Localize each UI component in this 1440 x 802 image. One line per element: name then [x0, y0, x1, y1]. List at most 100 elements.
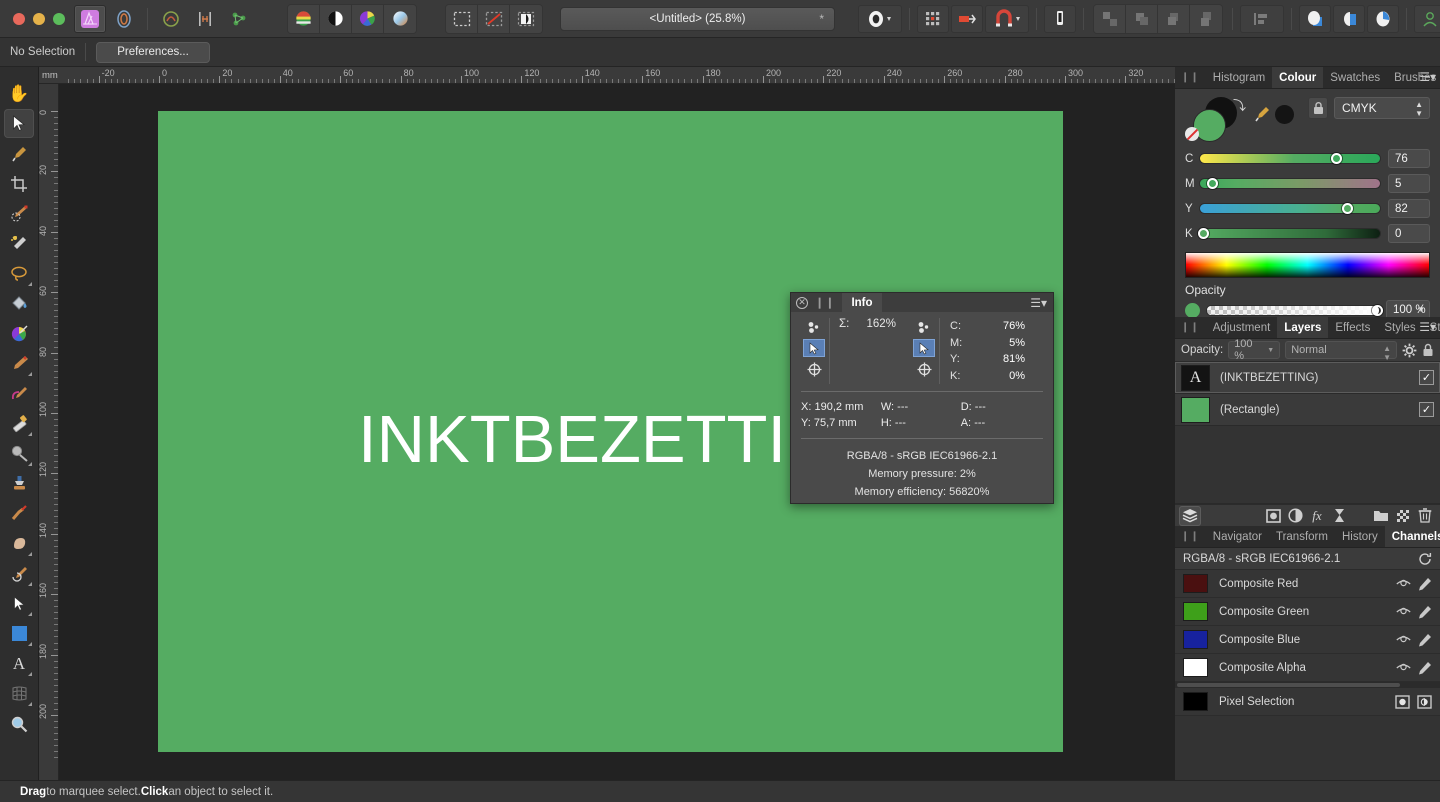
drag-handle-icon[interactable]: ❙❙ — [1175, 526, 1206, 547]
freehand-selection-tool[interactable] — [4, 259, 34, 288]
lock-icon[interactable] — [1422, 343, 1434, 357]
eye-icon[interactable] — [1396, 578, 1411, 589]
channel-value-k[interactable]: 0 — [1388, 224, 1430, 243]
close-window-button[interactable] — [13, 12, 25, 25]
tab-effects[interactable]: Effects — [1328, 317, 1377, 338]
tab-transform[interactable]: Transform — [1269, 526, 1335, 547]
channel-value-m[interactable]: 5 — [1388, 174, 1430, 193]
channel-value-y[interactable]: 82 — [1388, 199, 1430, 218]
pixel-align-icon[interactable] — [1044, 4, 1076, 33]
zoom-window-button[interactable] — [53, 12, 65, 25]
black-white-proof-icon[interactable] — [320, 4, 352, 33]
affinity-logo-icon[interactable] — [74, 4, 106, 33]
tab-info[interactable]: Info — [842, 293, 882, 312]
mesh-warp-tool[interactable] — [4, 679, 34, 708]
info-panel[interactable]: ✕ ❙❙ Info ☰▾ Σ: 162% C: 76% M: 5% Y: 81%… — [790, 292, 1054, 504]
adjustment-icon[interactable] — [1284, 506, 1306, 526]
colour-swatches[interactable]: ⤵ — [1185, 97, 1247, 143]
tab-histogram[interactable]: Histogram — [1206, 67, 1272, 88]
snapping-icon[interactable] — [951, 4, 983, 33]
align-icon[interactable] — [1240, 4, 1284, 33]
slider-knob-y[interactable] — [1342, 203, 1354, 214]
colour-model-select[interactable]: CMYK ▲ ▼ — [1334, 97, 1430, 119]
opacity-slider-knob[interactable] — [1371, 304, 1383, 316]
rectangle-tool[interactable] — [4, 619, 34, 648]
move-tool[interactable] — [4, 109, 34, 138]
smudge-tool[interactable] — [4, 529, 34, 558]
refine-selection-icon[interactable] — [510, 4, 542, 33]
blend-a-icon[interactable] — [1299, 4, 1331, 33]
selection-brush-tool[interactable] — [4, 199, 34, 228]
channel-row-composite-alpha[interactable]: Composite Alpha — [1175, 654, 1440, 682]
tone-mapping-persona-icon[interactable] — [223, 5, 255, 33]
refresh-icon[interactable] — [1418, 552, 1432, 566]
vertical-ruler[interactable]: 0 20 40 60 80 100 120 140 160 180 200 — [39, 84, 59, 780]
tab-history[interactable]: History — [1335, 526, 1385, 547]
eye-icon[interactable] — [1396, 606, 1411, 617]
paint-mixer-tool[interactable] — [4, 319, 34, 348]
lock-icon[interactable] — [1308, 97, 1328, 119]
arrange-forward-icon[interactable] — [1126, 4, 1158, 33]
colour-replacement-tool[interactable] — [4, 379, 34, 408]
blend-mode-select[interactable]: Normal ▲ ▼ — [1285, 341, 1397, 362]
slider-track-y[interactable] — [1199, 203, 1381, 214]
panel-menu-icon[interactable]: ☰▾ — [1030, 296, 1047, 310]
panel-menu-icon[interactable]: ☰▾ — [1419, 320, 1436, 334]
liquify-persona-icon[interactable] — [155, 5, 187, 33]
crosshair-icon[interactable] — [803, 360, 825, 378]
fx-icon[interactable]: fx — [1306, 506, 1328, 526]
trash-icon[interactable] — [1414, 506, 1436, 526]
sample-size-icon-2[interactable] — [913, 318, 935, 336]
channel-row-composite-green[interactable]: Composite Green — [1175, 598, 1440, 626]
pencil-icon[interactable] — [1418, 577, 1432, 591]
channels-horizontal-scrollbar[interactable] — [1175, 682, 1440, 688]
erase-brush-tool[interactable] — [4, 409, 34, 438]
stepper-icon[interactable]: ▲ ▼ — [1415, 100, 1423, 118]
layer-visibility-checkbox[interactable]: ✓ — [1419, 402, 1434, 417]
preferences-button[interactable]: Preferences... — [96, 41, 210, 63]
drag-handle-icon[interactable]: ❙❙ — [815, 296, 835, 309]
paint-brush-tool[interactable] — [4, 349, 34, 378]
deselect-icon[interactable] — [478, 4, 510, 33]
artistic-text-tool[interactable]: A — [4, 649, 34, 678]
view-tool[interactable]: ✋ — [4, 79, 34, 108]
document-title-button[interactable]: <Untitled> (25.8%) * — [560, 6, 835, 31]
tab-styles[interactable]: Styles — [1377, 317, 1422, 338]
crosshair-icon-2[interactable] — [913, 360, 935, 378]
arrange-front-icon[interactable] — [1094, 4, 1126, 33]
info-sampler-right[interactable] — [909, 318, 939, 384]
live-filter-icon[interactable] — [1328, 506, 1350, 526]
grid-icon[interactable] — [917, 4, 949, 33]
load-selection-icon[interactable] — [1395, 694, 1410, 709]
slider-track-m[interactable] — [1199, 178, 1381, 189]
info-sampler-left[interactable] — [799, 318, 829, 384]
close-icon[interactable]: ✕ — [796, 296, 808, 309]
swap-colours-icon[interactable]: ⤵ — [1233, 95, 1246, 114]
tab-adjustment[interactable]: Adjustment — [1206, 317, 1278, 338]
tab-channels[interactable]: Channels — [1384, 526, 1440, 547]
tab-swatches[interactable]: Swatches — [1323, 67, 1387, 88]
group-icon[interactable] — [1370, 506, 1392, 526]
drag-handle-icon[interactable]: ❙❙ — [1175, 317, 1206, 338]
layer-row-inktbezetting[interactable]: A (INKTBEZETTING) ✓ — [1175, 362, 1440, 394]
channel-value-c[interactable]: 76 — [1388, 149, 1430, 168]
pencil-icon[interactable] — [1418, 605, 1432, 619]
tab-layers[interactable]: Layers — [1277, 317, 1329, 338]
eye-icon[interactable] — [1396, 634, 1411, 645]
flood-select-tool[interactable] — [4, 229, 34, 258]
layers-list[interactable]: A (INKTBEZETTING) ✓ (Rectangle) ✓ — [1175, 362, 1440, 504]
black-swatch[interactable] — [1275, 105, 1294, 124]
pointer-mode-icon[interactable] — [803, 339, 825, 357]
slider-track-k[interactable] — [1198, 228, 1381, 239]
slider-knob-c[interactable] — [1331, 153, 1343, 164]
flood-fill-tool[interactable] — [4, 289, 34, 318]
layer-opacity-field[interactable]: 100 % ▼ — [1228, 338, 1281, 362]
account-icon[interactable] — [1414, 4, 1440, 33]
dodge-tool[interactable] — [4, 439, 34, 468]
colour-format-icon[interactable] — [288, 4, 320, 33]
develop-persona-icon[interactable] — [189, 5, 221, 33]
slider-knob-k[interactable] — [1198, 228, 1210, 239]
channel-row-pixel-selection[interactable]: Pixel Selection — [1175, 688, 1440, 716]
undo-brush-tool[interactable] — [4, 559, 34, 588]
eye-icon[interactable] — [1396, 662, 1411, 673]
